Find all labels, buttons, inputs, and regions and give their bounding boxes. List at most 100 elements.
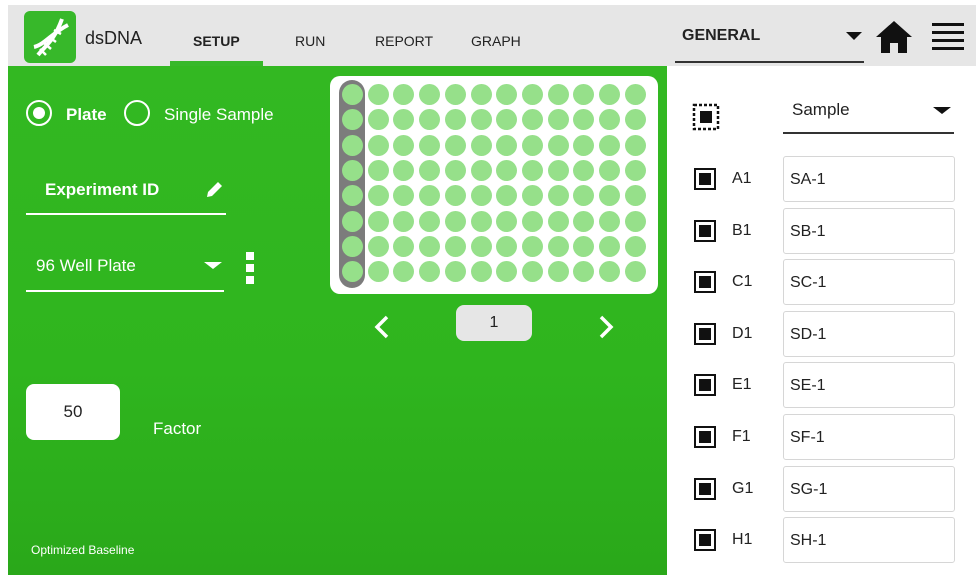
well[interactable] bbox=[599, 109, 620, 131]
well[interactable] bbox=[624, 235, 646, 257]
plate-type-select[interactable]: 96 Well Plate bbox=[36, 256, 136, 276]
well[interactable] bbox=[367, 185, 389, 207]
well[interactable] bbox=[444, 84, 466, 105]
tab-report[interactable]: REPORT bbox=[375, 33, 433, 49]
chevron-down-icon[interactable] bbox=[933, 107, 951, 114]
well[interactable] bbox=[342, 235, 363, 257]
well[interactable] bbox=[470, 109, 492, 131]
well[interactable] bbox=[573, 159, 595, 181]
well[interactable] bbox=[444, 109, 466, 131]
well[interactable] bbox=[444, 185, 466, 207]
well[interactable] bbox=[496, 109, 518, 131]
well[interactable] bbox=[496, 134, 518, 156]
hamburger-menu-icon[interactable] bbox=[932, 21, 964, 51]
well[interactable] bbox=[624, 185, 646, 207]
plate-radio-label[interactable]: Plate bbox=[66, 105, 107, 125]
well[interactable] bbox=[444, 261, 466, 283]
well[interactable] bbox=[624, 210, 646, 232]
well[interactable] bbox=[367, 235, 389, 257]
well[interactable] bbox=[393, 84, 415, 105]
well[interactable] bbox=[393, 235, 415, 257]
sample-checkbox[interactable] bbox=[694, 168, 716, 190]
well[interactable] bbox=[521, 134, 543, 156]
well[interactable] bbox=[419, 159, 441, 181]
well[interactable] bbox=[573, 235, 595, 257]
experiment-id-field[interactable]: Experiment ID bbox=[45, 180, 159, 200]
well[interactable] bbox=[393, 261, 415, 283]
well[interactable] bbox=[419, 261, 441, 283]
well[interactable] bbox=[419, 84, 441, 105]
well[interactable] bbox=[470, 159, 492, 181]
well[interactable] bbox=[573, 109, 595, 131]
well[interactable] bbox=[419, 134, 441, 156]
well[interactable] bbox=[342, 261, 363, 283]
well[interactable] bbox=[573, 210, 595, 232]
well[interactable] bbox=[547, 210, 569, 232]
general-dropdown-label[interactable]: GENERAL bbox=[682, 27, 760, 45]
well[interactable] bbox=[470, 185, 492, 207]
well[interactable] bbox=[521, 235, 543, 257]
well[interactable] bbox=[367, 261, 389, 283]
well[interactable] bbox=[547, 84, 569, 105]
tab-graph[interactable]: GRAPH bbox=[471, 33, 521, 49]
well[interactable] bbox=[393, 210, 415, 232]
well[interactable] bbox=[367, 159, 389, 181]
well[interactable] bbox=[393, 109, 415, 131]
well[interactable] bbox=[393, 185, 415, 207]
well[interactable] bbox=[599, 134, 620, 156]
tab-run[interactable]: RUN bbox=[295, 33, 325, 49]
well[interactable] bbox=[624, 109, 646, 131]
well[interactable] bbox=[496, 235, 518, 257]
well[interactable] bbox=[496, 210, 518, 232]
well[interactable] bbox=[419, 185, 441, 207]
well[interactable] bbox=[573, 185, 595, 207]
well[interactable] bbox=[599, 159, 620, 181]
well[interactable] bbox=[599, 261, 620, 283]
chevron-down-icon[interactable] bbox=[846, 32, 862, 40]
well[interactable] bbox=[521, 84, 543, 105]
well[interactable] bbox=[342, 134, 363, 156]
well[interactable] bbox=[393, 159, 415, 181]
well[interactable] bbox=[547, 185, 569, 207]
sample-name-input[interactable]: SE-1 bbox=[783, 362, 955, 409]
well[interactable] bbox=[573, 134, 595, 156]
factor-input[interactable]: 50 bbox=[26, 384, 120, 440]
sample-name-input[interactable]: SA-1 bbox=[783, 156, 955, 202]
well[interactable] bbox=[342, 159, 363, 181]
plate-map[interactable] bbox=[330, 76, 658, 294]
well[interactable] bbox=[573, 84, 595, 105]
sample-checkbox[interactable] bbox=[694, 322, 716, 345]
well[interactable] bbox=[470, 134, 492, 156]
well[interactable] bbox=[496, 84, 518, 105]
sample-checkbox[interactable] bbox=[694, 477, 716, 500]
well[interactable] bbox=[496, 261, 518, 283]
chevron-down-icon[interactable] bbox=[204, 262, 222, 269]
well[interactable] bbox=[470, 210, 492, 232]
well[interactable] bbox=[444, 134, 466, 156]
well[interactable] bbox=[419, 210, 441, 232]
select-all-icon[interactable] bbox=[692, 102, 720, 132]
well[interactable] bbox=[547, 261, 569, 283]
sample-name-input[interactable]: SB-1 bbox=[783, 207, 955, 254]
sample-name-input[interactable]: SH-1 bbox=[783, 517, 955, 564]
well[interactable] bbox=[496, 159, 518, 181]
well[interactable] bbox=[599, 210, 620, 232]
sample-name-input[interactable]: SG-1 bbox=[783, 465, 955, 512]
well[interactable] bbox=[573, 261, 595, 283]
single-sample-radio[interactable] bbox=[124, 100, 150, 126]
well[interactable] bbox=[367, 134, 389, 156]
well[interactable] bbox=[419, 109, 441, 131]
well[interactable] bbox=[624, 159, 646, 181]
sample-name-input[interactable]: SD-1 bbox=[783, 310, 955, 357]
well[interactable] bbox=[470, 261, 492, 283]
well[interactable] bbox=[547, 134, 569, 156]
well[interactable] bbox=[599, 185, 620, 207]
more-options-icon[interactable] bbox=[246, 252, 254, 286]
well[interactable] bbox=[624, 134, 646, 156]
sample-checkbox[interactable] bbox=[694, 374, 716, 397]
well[interactable] bbox=[496, 185, 518, 207]
well[interactable] bbox=[547, 109, 569, 131]
sample-checkbox[interactable] bbox=[694, 219, 716, 242]
well[interactable] bbox=[521, 261, 543, 283]
single-sample-radio-label[interactable]: Single Sample bbox=[164, 105, 274, 125]
